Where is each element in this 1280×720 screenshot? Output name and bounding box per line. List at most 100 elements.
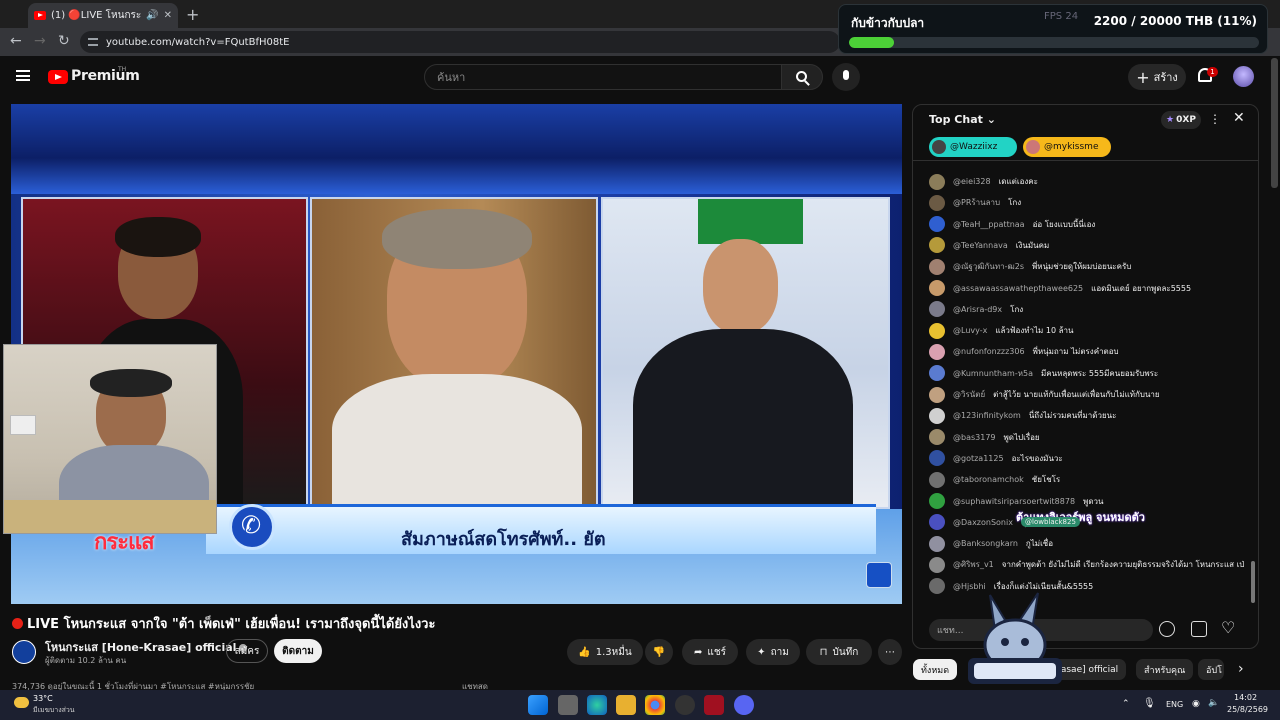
chat-close-icon[interactable]: ✕ bbox=[1233, 110, 1245, 126]
forward-icon[interactable]: → bbox=[34, 33, 46, 49]
task-view-icon[interactable] bbox=[558, 695, 578, 715]
menu-icon[interactable] bbox=[16, 70, 30, 81]
chat-message[interactable]: @assawaassawathepthawee625 แอดมินเดย์ อยา… bbox=[929, 278, 1244, 299]
chat-message[interactable]: @TeeYannava เงินมันคม bbox=[929, 235, 1244, 256]
volume-icon[interactable]: 🔈 bbox=[1208, 698, 1219, 708]
chip-uploaded[interactable]: อัปโ bbox=[1198, 659, 1224, 680]
chat-username[interactable]: @123infinitykom bbox=[953, 411, 1021, 420]
chat-username[interactable]: @TeaH__ppattnaa bbox=[953, 220, 1025, 229]
tab-audio-icon[interactable]: 🔊 bbox=[146, 10, 158, 21]
avatar[interactable] bbox=[929, 471, 945, 488]
channel-avatar[interactable] bbox=[12, 640, 36, 664]
network-icon[interactable]: ◉ bbox=[1192, 699, 1200, 709]
chat-message[interactable]: @Banksongkarn กูไม่เชื่อ bbox=[929, 533, 1244, 554]
more-actions-icon[interactable]: ⋯ bbox=[878, 639, 902, 665]
chat-username[interactable]: @TeeYannava bbox=[953, 241, 1008, 250]
chat-message[interactable]: @bas3179 พูดไปเรื่อย bbox=[929, 427, 1244, 448]
obs-icon[interactable] bbox=[675, 695, 695, 715]
chat-message-list[interactable]: @eiei328 เดแต่เองคะ @PRร้านลาบ โกง @TeaH__pp… bbox=[913, 163, 1245, 611]
chat-username[interactable]: @DaxzonSonix bbox=[953, 518, 1013, 527]
reload-icon[interactable]: ↻ bbox=[58, 33, 70, 49]
new-tab-icon[interactable]: + bbox=[186, 5, 199, 24]
page-scrollbar[interactable] bbox=[1271, 58, 1278, 188]
chat-message[interactable]: @taboronamchok ชัยโชโร bbox=[929, 469, 1244, 490]
tray-expand-icon[interactable]: ⌃ bbox=[1122, 699, 1130, 709]
dislike-button[interactable]: 👎 bbox=[645, 639, 673, 665]
chip-all[interactable]: ทั้งหมด bbox=[913, 659, 958, 680]
weather-icon[interactable] bbox=[14, 697, 29, 708]
chat-username[interactable]: @gotza1125 bbox=[953, 454, 1004, 463]
language-indicator[interactable]: ENG bbox=[1166, 700, 1183, 709]
avatar[interactable] bbox=[929, 386, 945, 403]
discord-icon[interactable] bbox=[734, 695, 754, 715]
pinned-chatter[interactable]: @mykissme bbox=[1023, 137, 1111, 157]
search-button[interactable] bbox=[781, 64, 823, 90]
chat-username[interactable]: @ณัฐวุฒิกันทา-ฒ2s bbox=[953, 260, 1024, 273]
edge-icon[interactable] bbox=[587, 695, 607, 715]
avatar[interactable] bbox=[929, 535, 945, 552]
avatar[interactable] bbox=[929, 258, 945, 275]
clock-time[interactable]: 14:02 bbox=[1234, 693, 1257, 702]
avatar[interactable] bbox=[929, 301, 945, 318]
share-button[interactable]: ➦ แชร์ bbox=[682, 639, 738, 665]
chat-username[interactable]: @Kumnuntham-ห5a bbox=[953, 367, 1033, 380]
chat-username[interactable]: @suphawitsiriparsoertwit8878 bbox=[953, 497, 1075, 506]
avatar[interactable] bbox=[929, 237, 945, 254]
avatar[interactable] bbox=[929, 556, 945, 573]
subscribe-button[interactable]: ติดตาม bbox=[274, 639, 322, 663]
chat-scrollbar[interactable] bbox=[1251, 561, 1255, 603]
avatar[interactable] bbox=[929, 407, 945, 424]
chat-username[interactable]: @assawaassawathepthawee625 bbox=[953, 284, 1083, 293]
chat-message[interactable]: @Kumnuntham-ห5a มีคนหลุดพระ 555มีคนยอมรับ… bbox=[929, 363, 1244, 384]
chat-message[interactable]: @Arisra-d9x โกง bbox=[929, 299, 1244, 320]
chat-username[interactable]: @PRร้านลาบ bbox=[953, 196, 1000, 209]
avatar[interactable] bbox=[929, 493, 945, 509]
avatar[interactable] bbox=[929, 173, 945, 190]
join-button[interactable]: สมัคร bbox=[226, 639, 268, 663]
chat-message[interactable]: @PRร้านลาบ โกง bbox=[929, 192, 1244, 213]
chat-username[interactable]: @eiei328 bbox=[953, 177, 991, 186]
chat-message[interactable]: @วิรนัตย์ ต่าสู้ไว้ย นายแท้กับเพื่อนแต่เพ… bbox=[929, 384, 1244, 405]
start-icon[interactable] bbox=[528, 695, 548, 715]
avatar[interactable] bbox=[929, 280, 945, 296]
brand-label[interactable]: Premium bbox=[71, 68, 140, 84]
chat-username[interactable]: @Banksongkarn bbox=[953, 539, 1018, 548]
emoji-icon[interactable] bbox=[1159, 621, 1175, 637]
chat-message[interactable]: @ศิริพร_v1 จากคำพูดต้า ยังไม่ไม่ดี เรียกร… bbox=[929, 554, 1244, 575]
voice-search-icon[interactable] bbox=[832, 63, 860, 91]
chat-username[interactable]: @Luvy-x bbox=[953, 326, 987, 335]
weather-temp[interactable]: 33°C bbox=[33, 694, 53, 703]
url-field[interactable]: youtube.com/watch?v=FQutBfH08tE bbox=[80, 31, 840, 53]
avatar[interactable] bbox=[929, 343, 945, 360]
site-info-icon[interactable] bbox=[88, 38, 98, 46]
chat-username[interactable]: @วิรนัตย์ bbox=[953, 388, 985, 401]
avatar[interactable] bbox=[929, 365, 945, 382]
chat-message[interactable]: @123infinitykom นี่ถึงไม่รวมคนที่มาด้วยนะ bbox=[929, 405, 1244, 426]
avatar[interactable] bbox=[929, 578, 945, 595]
search-input[interactable]: ค้นหา bbox=[424, 64, 782, 90]
chat-username[interactable]: @ศิริพร_v1 bbox=[953, 558, 994, 571]
description-box[interactable]: 374,736 ดูอยู่ในขณะนี้ 1 ชั่วโมงที่ผ่านม… bbox=[12, 680, 454, 690]
chat-username[interactable]: @taboronamchok bbox=[953, 475, 1024, 484]
tab-close-icon[interactable]: ✕ bbox=[164, 10, 172, 21]
pinned-chatter[interactable]: @Wazziixz bbox=[929, 137, 1017, 157]
chevron-right-icon[interactable]: › bbox=[1238, 661, 1244, 677]
chat-message[interactable]: @nufonfonzzz306 พี่หนุ่มถาม ไม่ตรงคำตอบ bbox=[929, 341, 1244, 362]
avatar[interactable] bbox=[929, 322, 945, 339]
ask-button[interactable]: ✦ ถาม bbox=[746, 639, 800, 665]
avatar[interactable] bbox=[929, 194, 945, 211]
avatar[interactable] bbox=[929, 429, 945, 446]
secondary-panel[interactable]: แชทสด bbox=[462, 680, 902, 690]
super-chat-icon[interactable] bbox=[1191, 621, 1207, 637]
chat-username[interactable]: @Arisra-d9x bbox=[953, 305, 1002, 314]
xp-badge[interactable]: ★ 0XP bbox=[1161, 111, 1201, 129]
avatar[interactable] bbox=[929, 514, 945, 531]
file-explorer-icon[interactable] bbox=[616, 695, 636, 715]
avatar[interactable] bbox=[929, 450, 945, 467]
back-icon[interactable]: ← bbox=[10, 33, 22, 49]
account-avatar[interactable] bbox=[1233, 66, 1254, 87]
chat-message[interactable]: @suphawitsiriparsoertwit8878 พูดวน bbox=[929, 491, 1244, 512]
avatar[interactable] bbox=[929, 216, 945, 233]
chat-mode-selector[interactable]: Top Chat ⌄ bbox=[929, 113, 996, 126]
chat-username[interactable]: @bas3179 bbox=[953, 433, 996, 442]
